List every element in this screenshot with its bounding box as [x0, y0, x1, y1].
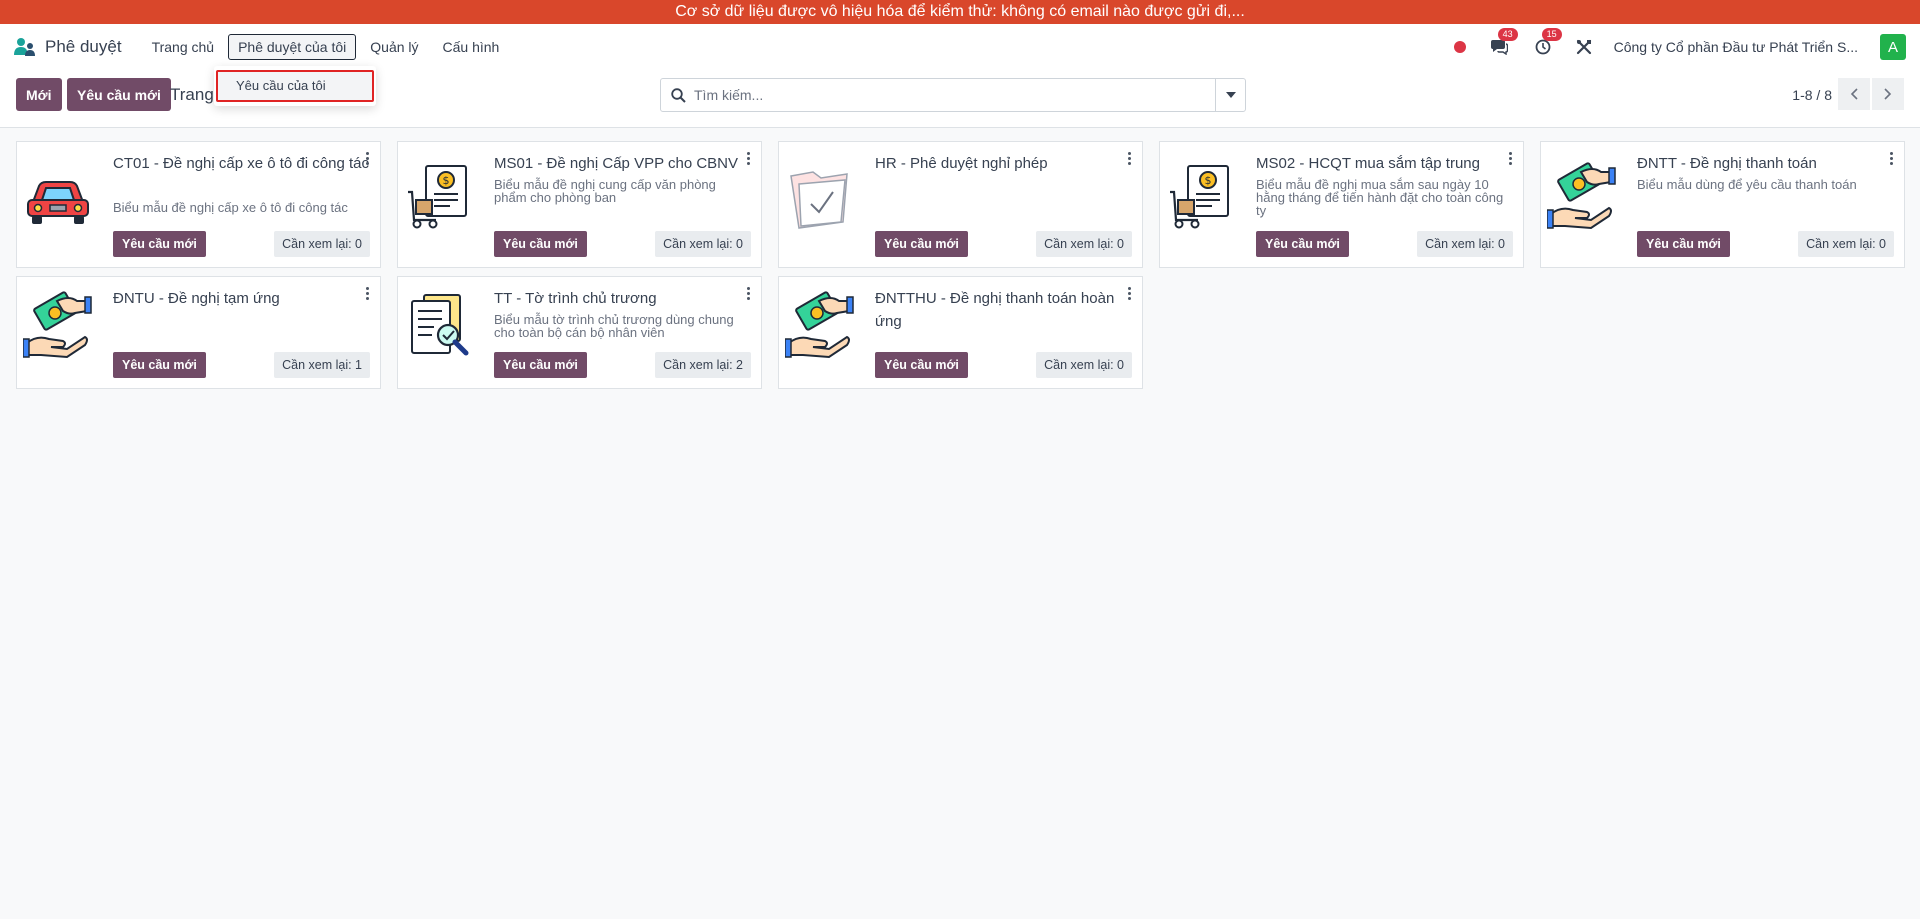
- svg-text:$: $: [443, 174, 450, 187]
- card-title: MS01 - Đề nghị Cấp VPP cho CBNV: [494, 155, 739, 172]
- approvals-app-icon: [14, 38, 35, 56]
- app-brand[interactable]: Phê duyệt: [14, 37, 122, 57]
- card-description: Biểu mẫu đề nghị mua sắm sau ngày 10 hằn…: [1256, 177, 1504, 218]
- card-new-request-button[interactable]: Yêu cầu mới: [494, 352, 587, 378]
- pager-value[interactable]: 1-8 / 8: [1792, 87, 1832, 103]
- search-icon: [671, 87, 686, 103]
- card-title: ĐNTT - Đề nghị thanh toán: [1637, 155, 1817, 172]
- card-new-request-button[interactable]: Yêu cầu mới: [1637, 231, 1730, 257]
- card-menu-button[interactable]: [366, 152, 370, 167]
- chevron-right-icon: [1884, 88, 1892, 100]
- company-switcher[interactable]: Công ty Cổ phần Đầu tư Phát Triển S...: [1614, 39, 1858, 55]
- pager-previous-button[interactable]: [1838, 78, 1870, 110]
- approval-card[interactable]: $ MS02 - HCQT mua sắm tập trung Biểu mẫu…: [1159, 141, 1524, 268]
- menu-my-approvals[interactable]: Phê duyệt của tôi: [228, 34, 357, 60]
- approval-card[interactable]: CT01 - Đề nghị cấp xe ô tô đi công tác B…: [16, 141, 381, 268]
- card-new-request-button[interactable]: Yêu cầu mới: [875, 231, 968, 257]
- card-title: MS02 - HCQT mua sắm tập trung: [1256, 155, 1480, 172]
- approval-card[interactable]: $ MS01 - Đề nghị Cấp VPP cho CBNV Biểu m…: [397, 141, 762, 268]
- app-name: Phê duyệt: [45, 37, 122, 56]
- breadcrumb[interactable]: Trang: [170, 85, 214, 105]
- card-title: TT - Tờ trình chủ trương: [494, 290, 657, 307]
- chat-icon: [1490, 40, 1508, 55]
- card-to-review-button[interactable]: Cần xem lại: 0: [655, 231, 751, 257]
- card-title: ĐNTU - Đề nghị tạm ứng: [113, 290, 280, 307]
- folder-check-icon: [790, 171, 848, 229]
- card-title: ĐNTTHU - Đề nghị thanh toán hoàn ứng: [875, 290, 1115, 330]
- card-new-request-button[interactable]: Yêu cầu mới: [1256, 231, 1349, 257]
- test-mode-banner: Cơ sở dữ liệu được vô hiệu hóa để kiểm t…: [0, 0, 1920, 24]
- card-title: CT01 - Đề nghị cấp xe ô tô đi công tác: [113, 155, 369, 172]
- card-to-review-button[interactable]: Cần xem lại: 0: [1036, 231, 1132, 257]
- messages-button[interactable]: 43: [1488, 28, 1518, 58]
- card-description: Biểu mẫu đề nghị cấp xe ô tô đi công tác: [113, 200, 348, 215]
- card-new-request-button[interactable]: Yêu cầu mới: [494, 231, 587, 257]
- card-new-request-button[interactable]: Yêu cầu mới: [113, 352, 206, 378]
- payment-hand-icon: [1547, 162, 1616, 230]
- new-request-button[interactable]: Yêu cầu mới: [67, 78, 171, 111]
- card-menu-button[interactable]: [747, 152, 751, 167]
- new-button[interactable]: Mới: [16, 78, 62, 111]
- document-search-icon: [411, 294, 469, 356]
- card-description: Biểu mẫu tờ trình chủ trương dùng chung …: [494, 312, 734, 340]
- recording-indicator[interactable]: [1453, 41, 1466, 53]
- search-bar: [660, 78, 1246, 112]
- card-description: Biểu mẫu đề nghị cung cấp văn phòng phẩm…: [494, 177, 716, 205]
- svg-text:$: $: [1205, 174, 1212, 187]
- card-to-review-button[interactable]: Cần xem lại: 0: [1798, 231, 1894, 257]
- money-hand-icon: [785, 291, 854, 359]
- search-input[interactable]: [694, 87, 1215, 103]
- money-hand-icon: [23, 291, 92, 359]
- dropdown-item-my-requests[interactable]: Yêu cầu của tôi: [216, 70, 374, 102]
- tools-icon[interactable]: [1576, 39, 1592, 55]
- activities-count-badge: 15: [1541, 28, 1562, 41]
- card-menu-button[interactable]: [1128, 152, 1132, 167]
- top-navbar: Phê duyệt Trang chủ Phê duyệt của tôi Qu…: [0, 24, 1920, 70]
- car-icon: [27, 181, 89, 224]
- approval-card[interactable]: ĐNTU - Đề nghị tạm ứng Yêu cầu mới Cần x…: [16, 276, 381, 389]
- card-menu-button[interactable]: [366, 287, 370, 302]
- activities-button[interactable]: 15: [1532, 28, 1562, 58]
- purchase-invoice-icon: $: [408, 165, 467, 229]
- search-options-toggle[interactable]: [1215, 79, 1245, 111]
- approval-card[interactable]: TT - Tờ trình chủ trương Biểu mẫu tờ trì…: [397, 276, 762, 389]
- card-title: HR - Phê duyệt nghỉ phép: [875, 155, 1048, 172]
- approval-card[interactable]: HR - Phê duyệt nghỉ phép Yêu cầu mới Cần…: [778, 141, 1143, 268]
- my-approvals-dropdown: Yêu cầu của tôi: [214, 66, 376, 106]
- clock-icon: [1535, 39, 1550, 55]
- approval-card[interactable]: ĐNTTHU - Đề nghị thanh toán hoàn ứng Yêu…: [778, 276, 1143, 389]
- card-to-review-button[interactable]: Cần xem lại: 0: [1036, 352, 1132, 378]
- card-to-review-button[interactable]: Cần xem lại: 1: [274, 352, 370, 378]
- pager-next-button[interactable]: [1872, 78, 1904, 110]
- card-menu-button[interactable]: [1890, 152, 1894, 167]
- card-new-request-button[interactable]: Yêu cầu mới: [113, 231, 206, 257]
- menu-configuration[interactable]: Cấu hình: [433, 34, 510, 60]
- approval-card[interactable]: ĐNTT - Đề nghị thanh toán Biểu mẫu dùng …: [1540, 141, 1905, 268]
- card-to-review-button[interactable]: Cần xem lại: 0: [1417, 231, 1513, 257]
- card-menu-button[interactable]: [747, 287, 751, 302]
- chevron-left-icon: [1850, 88, 1858, 100]
- user-avatar[interactable]: A: [1880, 34, 1906, 60]
- messages-count-badge: 43: [1497, 28, 1518, 41]
- card-menu-button[interactable]: [1509, 152, 1513, 167]
- card-new-request-button[interactable]: Yêu cầu mới: [875, 352, 968, 378]
- purchase-invoice-icon: $: [1170, 165, 1229, 229]
- caret-down-icon: [1225, 92, 1236, 98]
- menu-home[interactable]: Trang chủ: [142, 34, 225, 60]
- card-description: Biểu mẫu dùng để yêu cầu thanh toán: [1637, 177, 1857, 192]
- card-menu-button[interactable]: [1128, 287, 1132, 302]
- menu-manage[interactable]: Quản lý: [360, 34, 428, 60]
- card-to-review-button[interactable]: Cần xem lại: 0: [274, 231, 370, 257]
- card-to-review-button[interactable]: Cần xem lại: 2: [655, 352, 751, 378]
